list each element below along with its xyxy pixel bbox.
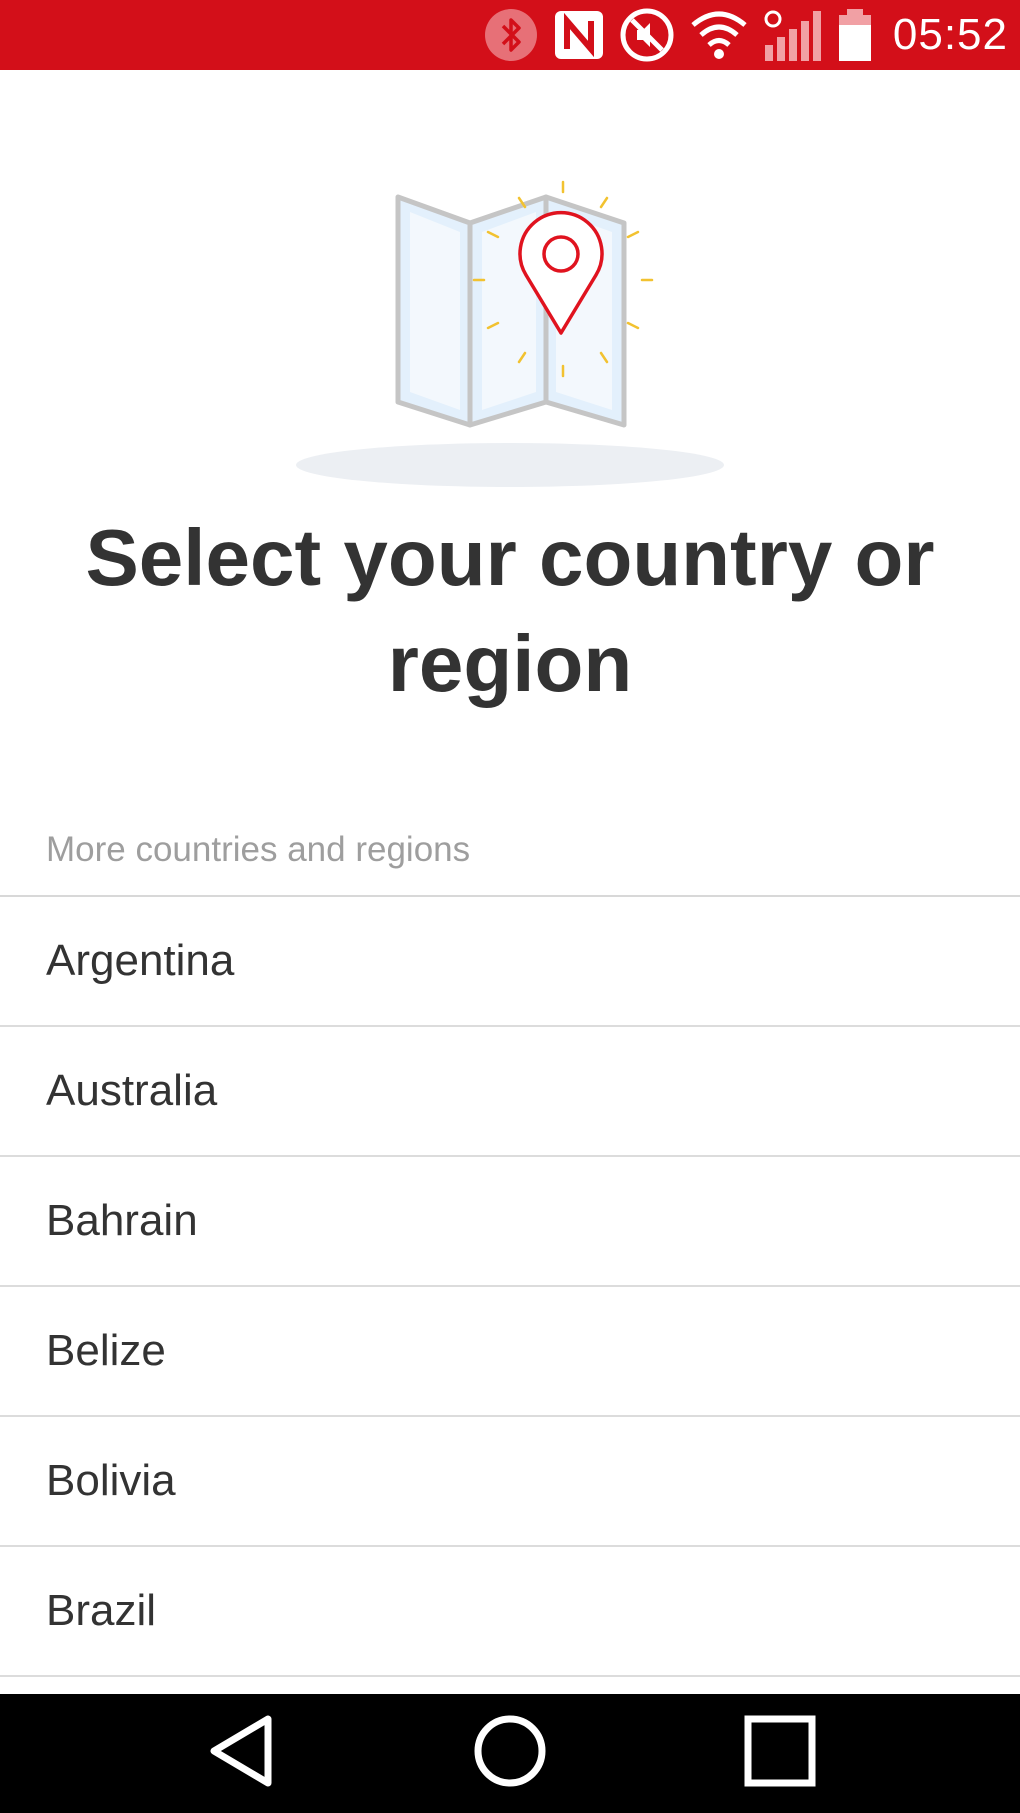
mute-icon: [619, 7, 675, 63]
country-item-belize[interactable]: Belize: [0, 1287, 1020, 1417]
wifi-icon: [689, 9, 749, 61]
map-pin-icon: [290, 180, 730, 510]
bluetooth-icon: [483, 7, 539, 63]
country-item-bahrain[interactable]: Bahrain: [0, 1157, 1020, 1287]
country-item-bolivia[interactable]: Bolivia: [0, 1417, 1020, 1547]
recents-icon: [744, 1715, 816, 1792]
main-content: Select your country or region More count…: [0, 70, 1020, 1694]
country-list: Argentina Australia Bahrain Belize Boliv…: [0, 897, 1020, 1677]
home-icon: [473, 1714, 547, 1793]
page-title: Select your country or region: [85, 513, 935, 708]
country-item-brazil[interactable]: Brazil: [0, 1547, 1020, 1677]
country-label: Brazil: [46, 1586, 157, 1635]
country-label: Argentina: [46, 936, 235, 985]
status-icons: 05:52: [483, 0, 1008, 70]
home-button[interactable]: [430, 1694, 590, 1813]
back-button[interactable]: [161, 1694, 321, 1813]
signal-icon: [763, 7, 823, 63]
nfc-icon: [553, 9, 605, 61]
country-label: Australia: [46, 1066, 218, 1115]
country-item-australia[interactable]: Australia: [0, 1027, 1020, 1157]
status-time: 05:52: [892, 10, 1008, 59]
status-bar: 05:52: [0, 0, 1020, 70]
battery-icon: [837, 7, 873, 63]
recents-button[interactable]: [700, 1694, 860, 1813]
country-item-argentina[interactable]: Argentina: [0, 897, 1020, 1027]
country-label: Bolivia: [46, 1456, 176, 1505]
section-label: More countries and regions: [46, 830, 471, 869]
country-label: Belize: [46, 1326, 166, 1375]
country-label: Bahrain: [46, 1196, 198, 1245]
back-icon: [206, 1713, 276, 1794]
navigation-bar: [0, 1694, 1020, 1813]
